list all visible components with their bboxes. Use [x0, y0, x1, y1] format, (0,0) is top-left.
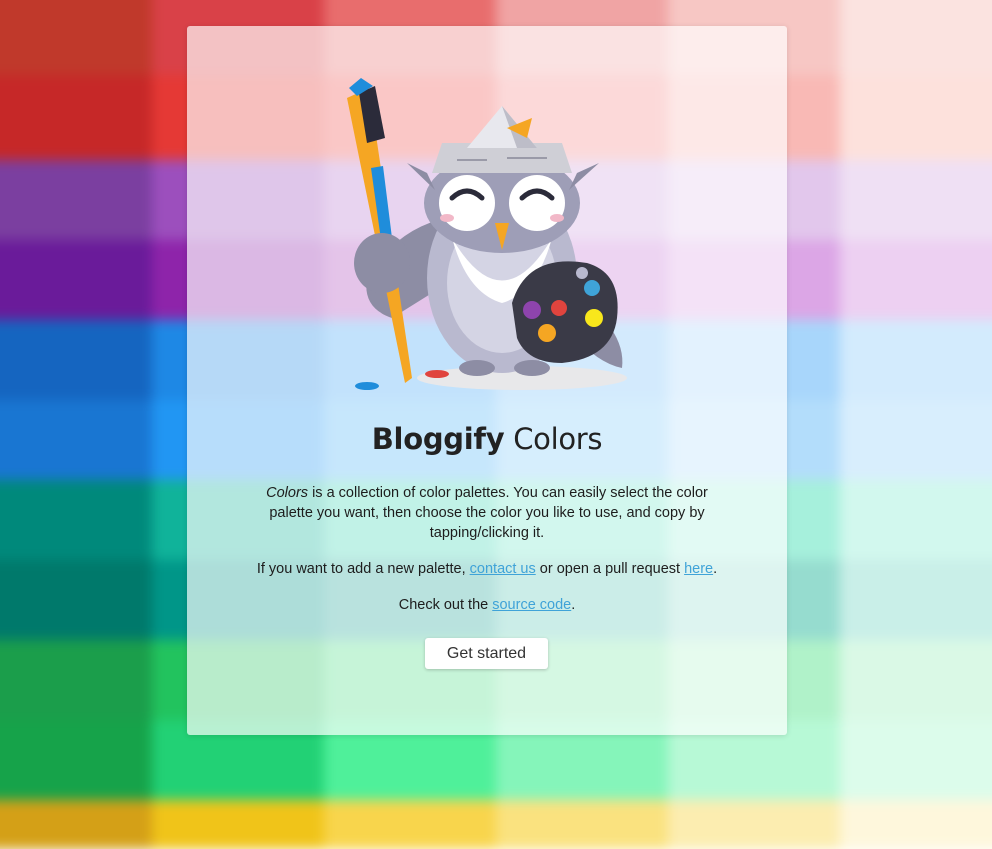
source-paragraph: Check out the source code. — [207, 595, 767, 615]
brand-name: Bloggify — [371, 422, 505, 456]
palette-swatch — [0, 800, 152, 849]
palette-swatch — [840, 400, 992, 480]
palette-swatch — [0, 560, 152, 640]
source-code-link[interactable]: source code — [492, 597, 571, 613]
palette-swatch — [840, 800, 992, 849]
palette-swatch — [0, 640, 152, 720]
palette-swatch — [840, 720, 992, 800]
palette-swatch — [0, 75, 152, 160]
get-started-button[interactable]: Get started — [425, 638, 548, 669]
palette-swatch — [0, 720, 152, 800]
intro-card: Bloggify Colors Colors is a collection o… — [187, 26, 787, 735]
palette-swatch — [0, 160, 152, 240]
palette-swatch — [840, 640, 992, 720]
palette-swatch — [840, 320, 992, 400]
pull-request-link[interactable]: here — [684, 561, 713, 577]
contribute-text-after: . — [713, 561, 718, 577]
source-text-after: . — [571, 597, 576, 613]
palette-swatch — [840, 560, 992, 640]
title-suffix: Colors — [504, 422, 603, 456]
palette-swatch — [840, 480, 992, 560]
description-text: is a collection of color palettes. You c… — [269, 485, 708, 541]
contribute-text-before: If you want to add a new palette, — [256, 561, 470, 577]
page-title: Bloggify Colors — [187, 422, 787, 456]
palette-swatch — [152, 800, 324, 849]
owl-painter-icon — [347, 78, 627, 390]
palette-swatch — [668, 800, 840, 849]
description-paragraph: Colors is a collection of color palettes… — [247, 483, 727, 543]
description-emphasis: Colors — [266, 485, 309, 501]
palette-swatch — [496, 800, 668, 849]
contact-us-link[interactable]: contact us — [470, 561, 536, 577]
palette-swatch — [0, 480, 152, 560]
palette-swatch — [0, 0, 152, 75]
palette-swatch — [0, 240, 152, 320]
palette-swatch — [840, 75, 992, 160]
palette-swatch — [324, 800, 496, 849]
contribute-text-middle: or open a pull request — [535, 561, 685, 577]
palette-swatch — [0, 400, 152, 480]
palette-swatch — [0, 320, 152, 400]
palette-swatch — [840, 240, 992, 320]
source-text-before: Check out the — [398, 597, 493, 613]
palette-swatch — [840, 160, 992, 240]
contribute-paragraph: If you want to add a new palette, contac… — [207, 559, 767, 579]
palette-swatch — [840, 0, 992, 75]
